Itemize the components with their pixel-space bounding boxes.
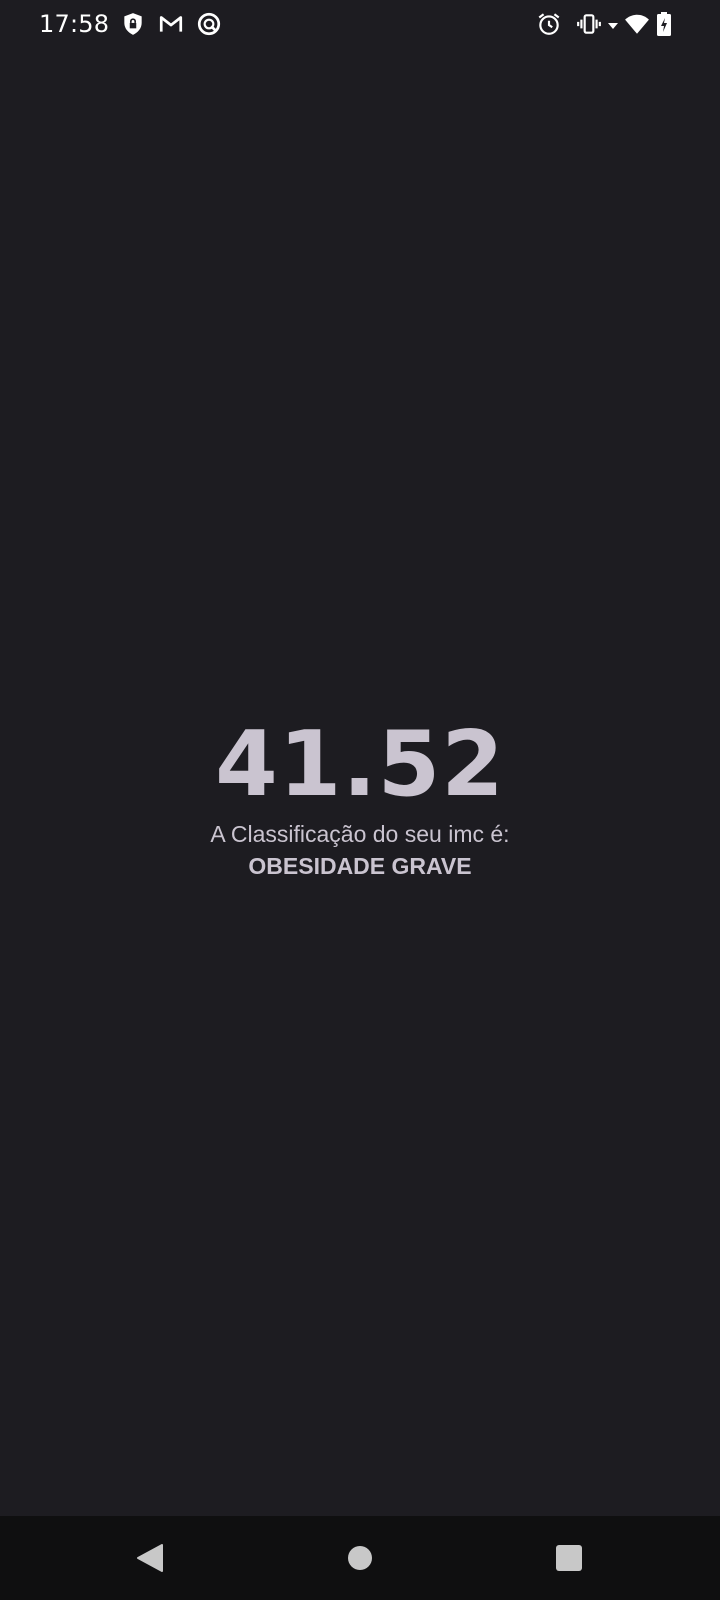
vibrate-icon	[576, 11, 602, 37]
navigation-bar	[0, 1516, 720, 1600]
imc-value: 41.52	[215, 712, 505, 817]
status-bar: 17:58	[0, 0, 720, 48]
classification-value: OBESIDADE GRAVE	[248, 853, 472, 879]
wifi-icon	[624, 11, 650, 37]
app-notification-icon	[196, 11, 222, 37]
recents-icon[interactable]	[553, 1542, 585, 1574]
home-icon[interactable]	[344, 1542, 376, 1574]
imc-result: 41.52 A Classificação do seu imc é: OBES…	[0, 710, 720, 882]
battery-charging-icon	[656, 11, 672, 37]
status-time: 17:58	[39, 10, 110, 38]
screen: 17:58 41.52 A Classificação do seu imc é…	[0, 0, 720, 1600]
back-icon[interactable]	[134, 1542, 166, 1574]
wifi-signal-arrow-icon	[606, 11, 620, 37]
alarm-icon	[536, 11, 562, 37]
gmail-icon	[158, 11, 184, 37]
classification-label: A Classificação do seu imc é:	[210, 821, 510, 847]
vpn-shield-icon	[120, 11, 146, 37]
